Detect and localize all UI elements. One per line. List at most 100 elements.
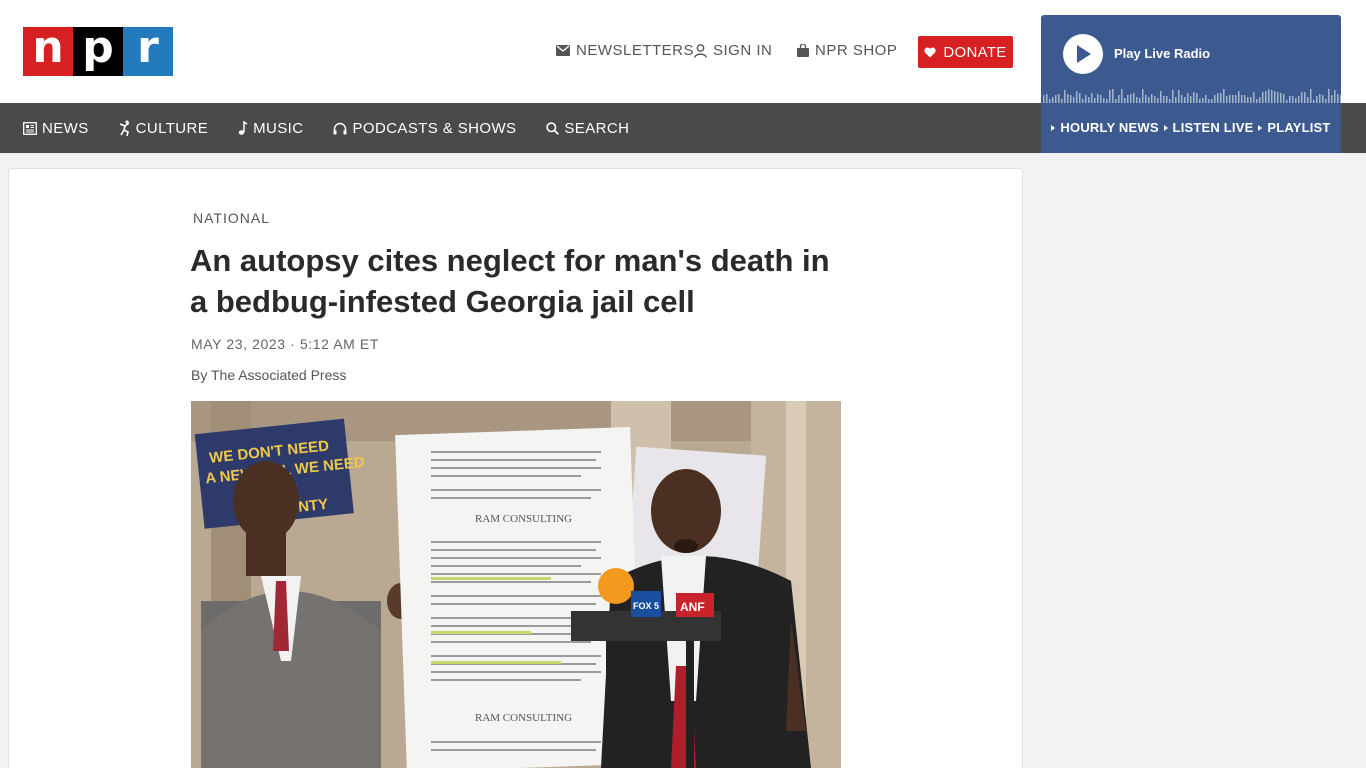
article-photo[interactable]: WE DON'T NEED A NEW JAIL WE NEED SHERIFF… bbox=[191, 401, 841, 768]
waveform-bar bbox=[1193, 92, 1195, 103]
audio-waveform bbox=[1043, 89, 1341, 103]
newspaper-icon bbox=[23, 121, 37, 135]
waveform-bar bbox=[1298, 96, 1300, 103]
triangle-icon bbox=[1051, 124, 1056, 131]
board-logo-top: RAM CONSULTING bbox=[475, 513, 572, 525]
nav-bar-edge bbox=[1341, 103, 1366, 153]
waveform-bar bbox=[1250, 97, 1252, 103]
waveform-bar bbox=[1160, 91, 1162, 103]
waveform-bar bbox=[1316, 96, 1318, 103]
waveform-bar bbox=[1046, 94, 1048, 103]
waveform-bar bbox=[1103, 98, 1105, 103]
waveform-bar bbox=[1241, 95, 1243, 103]
waveform-bar bbox=[1340, 95, 1341, 103]
donate-label: DONATE bbox=[943, 43, 1007, 61]
waveform-bar bbox=[1163, 96, 1165, 103]
mic-flag-anf: ANF bbox=[680, 600, 705, 614]
play-live-radio-label[interactable]: Play Live Radio bbox=[1114, 46, 1210, 61]
nav-label-music: MUSIC bbox=[253, 119, 304, 137]
waveform-bar bbox=[1184, 97, 1186, 103]
waveform-bar bbox=[1094, 98, 1096, 103]
user-icon bbox=[694, 43, 707, 58]
nav-label-culture: CULTURE bbox=[135, 119, 209, 137]
waveform-bar bbox=[1319, 94, 1321, 103]
waveform-bar bbox=[1292, 96, 1294, 103]
live-radio-player: Play Live Radio HOURLY NEWS LISTEN LIVE … bbox=[1041, 15, 1341, 153]
waveform-bar bbox=[1061, 99, 1063, 103]
nav-item-music[interactable]: MUSIC bbox=[238, 120, 303, 137]
donate-button[interactable]: DONATE bbox=[918, 36, 1013, 68]
waveform-bar bbox=[1268, 89, 1270, 103]
nav-item-podcasts-shows[interactable]: PODCASTS & SHOWS bbox=[333, 120, 516, 137]
waveform-bar bbox=[1127, 95, 1129, 103]
logo-letter-p: p bbox=[73, 25, 123, 76]
waveform-bar bbox=[1178, 90, 1180, 103]
nav-label-news: NEWS bbox=[42, 119, 89, 137]
waveform-bar bbox=[1322, 95, 1324, 103]
waveform-bar bbox=[1148, 97, 1150, 103]
nav-item-news[interactable]: NEWS bbox=[23, 120, 89, 137]
logo-letter-r: r bbox=[123, 25, 173, 76]
waveform-bar bbox=[1196, 93, 1198, 103]
sign-in-link[interactable]: SIGN IN bbox=[694, 42, 772, 59]
waveform-bar bbox=[1244, 95, 1246, 103]
waveform-bar bbox=[1301, 92, 1303, 103]
waveform-bar bbox=[1151, 94, 1153, 103]
hourly-news-link[interactable]: HOURLY NEWS bbox=[1051, 120, 1159, 135]
waveform-bar bbox=[1226, 96, 1228, 103]
nav-item-culture[interactable]: CULTURE bbox=[119, 120, 209, 137]
waveform-bar bbox=[1079, 93, 1081, 103]
waveform-bar bbox=[1331, 95, 1333, 103]
newsletters-link[interactable]: NEWSLETTERS bbox=[556, 42, 694, 59]
press-conference-image: WE DON'T NEED A NEW JAIL WE NEED SHERIFF… bbox=[191, 401, 841, 768]
npr-shop-link[interactable]: NPR SHOP bbox=[797, 42, 897, 59]
waveform-bar bbox=[1199, 99, 1201, 103]
heart-icon bbox=[924, 47, 937, 57]
waveform-bar bbox=[1283, 94, 1285, 103]
waveform-bar bbox=[1133, 93, 1135, 103]
waveform-bar bbox=[1157, 98, 1159, 103]
waveform-bar bbox=[1247, 97, 1249, 103]
board-logo-bottom: RAM CONSULTING bbox=[475, 712, 572, 724]
waveform-bar bbox=[1190, 96, 1192, 103]
logo-letter-n: n bbox=[23, 25, 73, 76]
waveform-bar bbox=[1106, 99, 1108, 103]
listen-live-link[interactable]: LISTEN LIVE bbox=[1163, 120, 1254, 135]
waveform-bar bbox=[1208, 99, 1210, 103]
nav-item-search[interactable]: SEARCH bbox=[546, 120, 629, 137]
waveform-bar bbox=[1130, 94, 1132, 103]
play-button[interactable] bbox=[1063, 34, 1103, 74]
waveform-bar bbox=[1088, 97, 1090, 103]
waveform-bar bbox=[1235, 95, 1237, 103]
waveform-bar bbox=[1064, 90, 1066, 103]
waveform-bar bbox=[1121, 89, 1123, 103]
section-slug[interactable]: NATIONAL bbox=[193, 210, 270, 226]
waveform-bar bbox=[1265, 91, 1267, 103]
waveform-bar bbox=[1070, 95, 1072, 103]
waveform-bar bbox=[1058, 94, 1060, 103]
article-headline: An autopsy cites neglect for man's death… bbox=[190, 243, 830, 319]
npr-logo[interactable]: n p r bbox=[23, 25, 173, 76]
hourly-news-label: HOURLY NEWS bbox=[1060, 120, 1159, 135]
waveform-bar bbox=[1337, 94, 1339, 103]
waveform-bar bbox=[1313, 100, 1315, 103]
waveform-bar bbox=[1295, 98, 1297, 103]
waveform-bar bbox=[1253, 92, 1255, 103]
waveform-bar bbox=[1067, 94, 1069, 103]
waveform-bar bbox=[1166, 96, 1168, 103]
sign-in-label: SIGN IN bbox=[713, 42, 773, 59]
nav-label-search: SEARCH bbox=[564, 119, 630, 137]
playlist-link[interactable]: PLAYLIST bbox=[1258, 120, 1330, 135]
waveform-bar bbox=[1304, 92, 1306, 103]
waveform-bar bbox=[1256, 99, 1258, 103]
waveform-bar bbox=[1052, 97, 1054, 103]
waveform-bar bbox=[1262, 92, 1264, 103]
waveform-bar bbox=[1142, 89, 1144, 103]
waveform-bar bbox=[1202, 98, 1204, 103]
dancer-icon bbox=[119, 120, 130, 136]
shopping-bag-icon bbox=[797, 44, 809, 57]
waveform-bar bbox=[1043, 95, 1045, 103]
waveform-bar bbox=[1076, 91, 1078, 103]
waveform-bar bbox=[1274, 91, 1276, 103]
waveform-bar bbox=[1049, 99, 1051, 103]
